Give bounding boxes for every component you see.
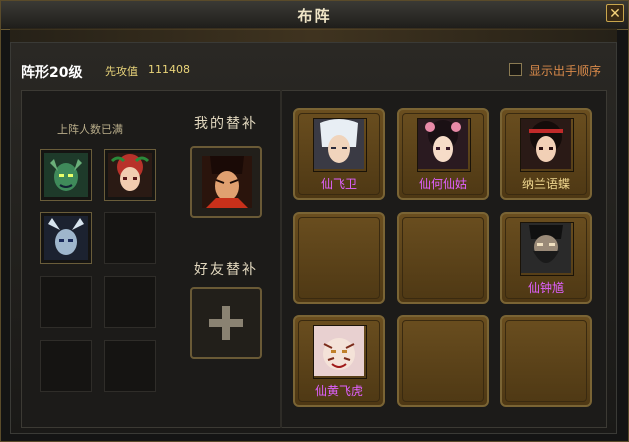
fairy-girl-portrait xyxy=(418,119,468,169)
roster-slot-5[interactable] xyxy=(40,276,92,328)
roster-slot-6[interactable] xyxy=(104,276,156,328)
cell-name: 仙何仙姑 xyxy=(418,177,467,191)
white-hair-warrior-portrait xyxy=(314,119,364,169)
bearded-warrior-portrait xyxy=(521,223,571,273)
grid-cell-8[interactable] xyxy=(397,315,489,407)
roster-slot-8[interactable] xyxy=(104,340,156,392)
cell-frame xyxy=(402,217,484,299)
roster-slot-2[interactable] xyxy=(104,149,156,201)
grid-cell-2[interactable]: 仙何仙姑 xyxy=(397,108,489,200)
cell-frame xyxy=(402,320,484,402)
cell-portrait xyxy=(313,325,367,379)
grid-cell-9[interactable] xyxy=(500,315,592,407)
formation-level: 阵形20级 xyxy=(21,65,83,81)
close-button[interactable]: ✕ xyxy=(606,4,624,22)
cell-name: 纳兰语蝶 xyxy=(521,177,570,191)
grid-cell-1[interactable]: 仙飞卫 xyxy=(293,108,385,200)
grid-cell-4[interactable] xyxy=(293,212,385,304)
my-substitute-slot[interactable] xyxy=(190,146,262,218)
window-title: 布阵 xyxy=(297,7,332,25)
title-bar[interactable]: 布阵 ✕ xyxy=(1,1,628,30)
dark-hair-girl-portrait xyxy=(521,119,571,169)
roster-status: 上阵人数已满 xyxy=(57,123,123,136)
grid-cell-7[interactable]: 仙黄飞虎 xyxy=(293,315,385,407)
friend-substitute-slot[interactable] xyxy=(190,287,262,359)
my-substitute-title: 我的替补 xyxy=(194,116,258,132)
friend-substitute-title: 好友替补 xyxy=(194,262,258,278)
attack-value: 111408 xyxy=(148,63,190,76)
cell-name: 仙飞卫 xyxy=(320,177,357,191)
cell-frame xyxy=(298,217,380,299)
tiger-warrior-portrait xyxy=(314,326,364,376)
roster-slot-4[interactable] xyxy=(104,212,156,264)
roster-slot-7[interactable] xyxy=(40,340,92,392)
blue-ghost-portrait xyxy=(44,216,88,260)
cell-frame xyxy=(505,320,587,402)
cell-portrait xyxy=(313,118,367,172)
show-order-checkbox[interactable] xyxy=(509,63,522,76)
roster-slot-1[interactable] xyxy=(40,149,92,201)
banner-strip xyxy=(10,28,617,42)
attack-label: 先攻值 xyxy=(105,65,138,78)
cell-portrait xyxy=(520,118,574,172)
cell-name: 仙黄飞虎 xyxy=(314,384,363,398)
red-hair-girl-portrait xyxy=(108,153,152,197)
close-icon: ✕ xyxy=(609,6,621,22)
grid-cell-5[interactable] xyxy=(397,212,489,304)
cell-portrait xyxy=(417,118,471,172)
grid-cell-3[interactable]: 纳兰语蝶 xyxy=(500,108,592,200)
show-order-label: 显示出手顺序 xyxy=(529,64,602,78)
section-divider xyxy=(280,90,282,428)
cell-portrait xyxy=(520,222,574,276)
red-warrior-portrait xyxy=(202,156,252,208)
cell-name: 仙钟馗 xyxy=(527,281,564,295)
grid-cell-6[interactable]: 仙钟馗 xyxy=(500,212,592,304)
roster-slot-3[interactable] xyxy=(40,212,92,264)
formation-info: 阵形20级 先攻值 111408 xyxy=(21,62,190,82)
green-monster-portrait xyxy=(44,153,88,197)
plus-icon xyxy=(209,306,243,340)
